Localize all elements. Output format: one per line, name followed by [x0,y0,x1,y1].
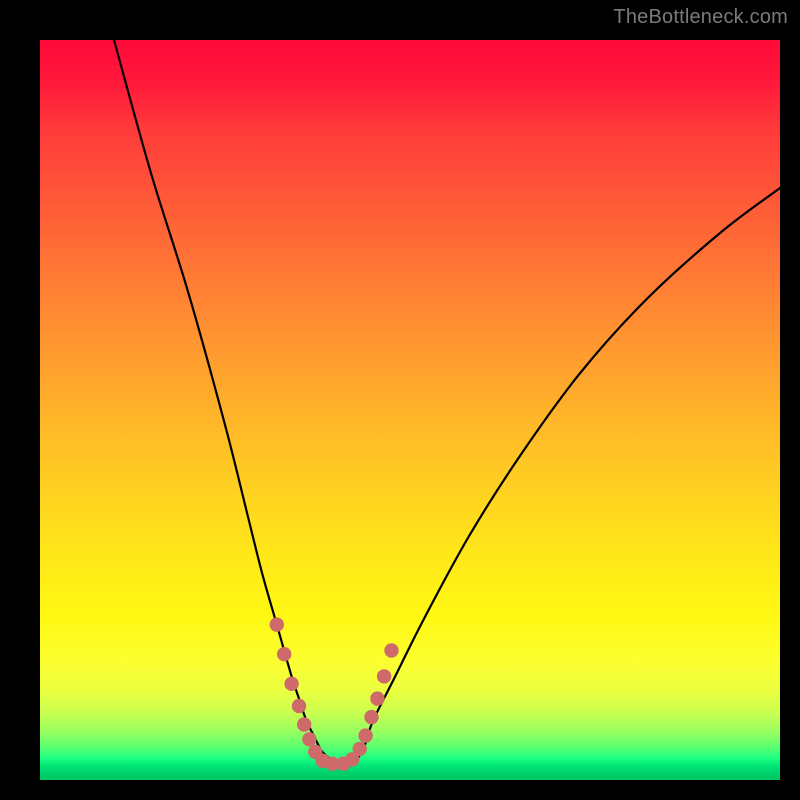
curve-marker [370,691,384,705]
curve-marker [297,717,311,731]
curve-marker [277,647,291,661]
curve-marker [270,617,284,631]
curve-marker [284,677,298,691]
chart-frame: TheBottleneck.com [0,0,800,800]
curve-marker [358,728,372,742]
marker-group [270,617,399,771]
curve-marker [384,643,398,657]
curve-marker [364,710,378,724]
chart-plot-area [40,40,780,780]
curve-marker [352,742,366,756]
bottleneck-curve [114,40,780,766]
chart-svg-layer [40,40,780,780]
watermark-text: TheBottleneck.com [613,6,788,29]
curve-marker [377,669,391,683]
curve-marker [292,699,306,713]
curve-marker [302,732,316,746]
